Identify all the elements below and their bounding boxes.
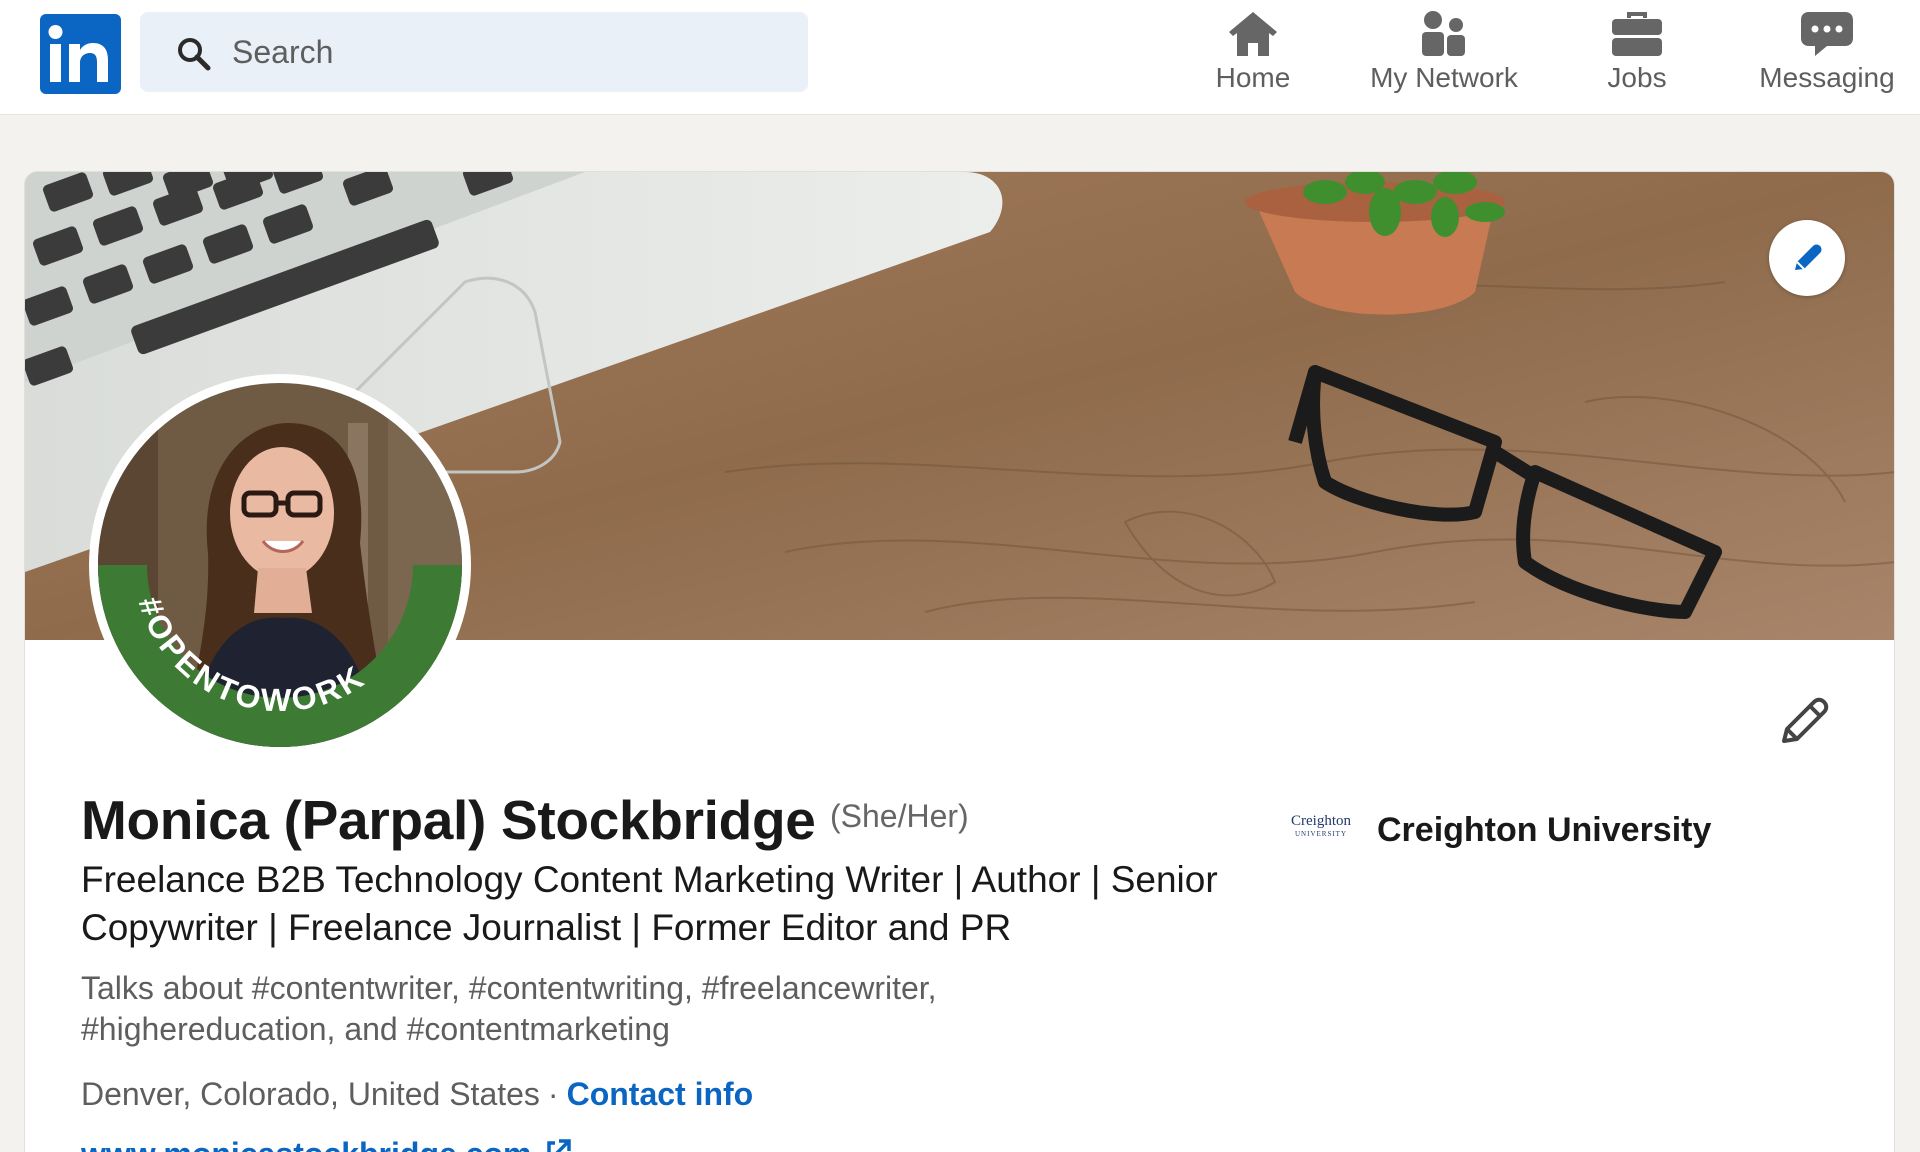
creighton-logo-text: Creighton bbox=[1291, 813, 1351, 829]
messaging-icon bbox=[1801, 12, 1853, 56]
edit-intro-button[interactable] bbox=[1770, 687, 1836, 753]
linkedin-logo-icon bbox=[48, 25, 108, 82]
profile-card: #OPENTOWORK Monica (Parpal) Stockbridge … bbox=[24, 171, 1895, 1152]
search-bar[interactable] bbox=[140, 12, 808, 92]
profile-name-row: Monica (Parpal) Stockbridge (She/Her) bbox=[81, 788, 969, 852]
pencil-outline-icon bbox=[1782, 697, 1829, 743]
home-icon bbox=[1229, 12, 1277, 56]
website-url: www.monicastockbridge.com bbox=[81, 1136, 531, 1152]
briefcase-icon bbox=[1612, 12, 1662, 56]
talks-about: Talks about #contentwriter, #contentwrit… bbox=[81, 970, 937, 1047]
nav-item-home[interactable]: Home bbox=[1200, 0, 1306, 114]
nav-item-messaging[interactable]: Messaging bbox=[1752, 0, 1902, 114]
profile-pronouns: (She/Her) bbox=[830, 798, 969, 834]
creighton-logo-subtext: UNIVERSITY bbox=[1295, 830, 1347, 838]
nav-label-messaging: Messaging bbox=[1759, 62, 1895, 93]
profile-photo[interactable]: #OPENTOWORK bbox=[89, 374, 471, 756]
creighton-logo: Creighton UNIVERSITY bbox=[1285, 806, 1357, 850]
nav-label-my-network: My Network bbox=[1370, 62, 1518, 93]
pencil-icon bbox=[1795, 244, 1822, 270]
nav-label-jobs: Jobs bbox=[1607, 62, 1667, 93]
profile-name: Monica (Parpal) Stockbridge bbox=[81, 789, 816, 851]
profile-location: Denver, Colorado, United States bbox=[81, 1076, 540, 1112]
external-link-icon bbox=[547, 1139, 572, 1152]
linkedin-logo[interactable] bbox=[40, 14, 121, 94]
network-icon bbox=[1422, 11, 1465, 56]
search-input[interactable] bbox=[232, 12, 792, 92]
website-link[interactable]: www.monicastockbridge.com bbox=[81, 1136, 573, 1152]
location-row: Denver, Colorado, United States · Contact … bbox=[81, 1076, 753, 1113]
edit-cover-button[interactable] bbox=[1769, 220, 1845, 296]
nav-item-my-network[interactable]: My Network bbox=[1360, 0, 1528, 114]
top-nav-bar: Home My Network Jobs Messaging bbox=[0, 0, 1920, 115]
contact-info-link[interactable]: Contact info bbox=[567, 1076, 754, 1112]
search-icon bbox=[178, 38, 211, 71]
avatar-image: #OPENTOWORK bbox=[98, 383, 462, 747]
location-separator: · bbox=[547, 1076, 559, 1112]
nav-item-jobs[interactable]: Jobs bbox=[1592, 0, 1682, 114]
nav-label-home: Home bbox=[1215, 62, 1291, 93]
education-name: Creighton University bbox=[1377, 811, 1712, 849]
profile-headline: Freelance B2B Technology Content Marketi… bbox=[81, 859, 1218, 948]
